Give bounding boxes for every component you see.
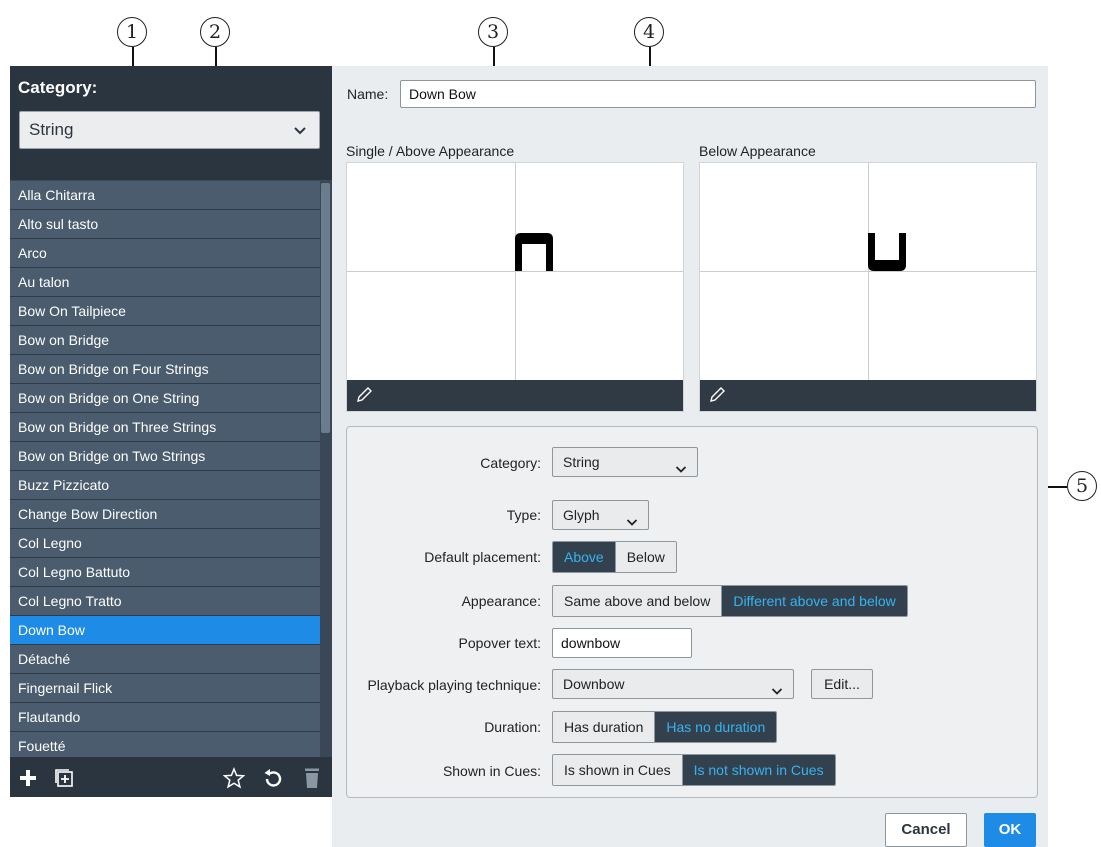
pencil-icon[interactable]	[355, 386, 373, 409]
duration-label: Duration:	[484, 719, 541, 735]
callout-1: 1	[117, 17, 147, 47]
placement-above-button[interactable]: Above	[553, 542, 615, 572]
list-item[interactable]: Flautando	[10, 703, 320, 732]
is-not-shown-in-cues-button[interactable]: Is not shown in Cues	[681, 755, 835, 785]
add-icon[interactable]	[16, 766, 40, 790]
duplicate-icon[interactable]	[52, 766, 76, 790]
edit-playback-button[interactable]: Edit...	[811, 669, 873, 699]
down-bow-glyph-above	[515, 233, 553, 276]
list-item[interactable]: Buzz Pizzicato	[10, 471, 320, 500]
category-label: Category:	[480, 455, 541, 471]
category-value: String	[563, 454, 600, 470]
list-item[interactable]: Alto sul tasto	[10, 210, 320, 239]
properties-section: Category: String Type: Glyph Default pla…	[346, 426, 1038, 798]
list-item[interactable]: Détaché	[10, 645, 320, 674]
star-icon[interactable]	[222, 766, 246, 790]
technique-list: Alla Chitarra Alto sul tasto Arco Au tal…	[10, 181, 320, 757]
list-item[interactable]: Fingernail Flick	[10, 674, 320, 703]
type-select[interactable]: Glyph	[552, 500, 649, 530]
list-item[interactable]: Alla Chitarra	[10, 181, 320, 210]
chevron-down-icon	[626, 509, 638, 537]
chevron-down-icon	[771, 678, 783, 706]
popover-text-input[interactable]: downbow	[552, 628, 692, 658]
list-item[interactable]: Bow on Bridge on One String	[10, 384, 320, 413]
list-toolbar	[10, 757, 332, 797]
list-item[interactable]: Col Legno	[10, 529, 320, 558]
category-filter-select[interactable]: String	[19, 111, 320, 149]
chevron-down-icon	[293, 122, 307, 142]
name-label: Name:	[347, 86, 389, 102]
revert-icon[interactable]	[261, 766, 285, 790]
category-select[interactable]: String	[552, 447, 698, 477]
playback-technique-label: Playback playing technique:	[367, 677, 541, 693]
popover-text-label: Popover text:	[458, 635, 542, 651]
list-item[interactable]: Change Bow Direction	[10, 500, 320, 529]
type-value: Glyph	[563, 507, 600, 523]
callout-2: 2	[200, 17, 230, 47]
callout-5: 5	[1067, 471, 1097, 501]
list-item[interactable]: Arco	[10, 239, 320, 268]
pencil-icon[interactable]	[708, 386, 726, 409]
category-filter-value: String	[29, 120, 74, 139]
has-duration-button[interactable]: Has duration	[553, 712, 655, 742]
chevron-down-icon	[675, 456, 687, 484]
technique-list-panel: Category: String Alla Chitarra Alto sul …	[10, 66, 332, 797]
list-item[interactable]: Au talon	[10, 268, 320, 297]
technique-editor-panel: Name: Down Bow Single / Above Appearance…	[332, 66, 1048, 847]
list-item[interactable]: Col Legno Tratto	[10, 587, 320, 616]
category-filter-header: Category: String	[10, 66, 332, 180]
name-input[interactable]: Down Bow	[400, 80, 1036, 108]
list-item[interactable]: Bow on Bridge on Four Strings	[10, 355, 320, 384]
list-item[interactable]: Bow on Bridge	[10, 326, 320, 355]
is-shown-in-cues-button[interactable]: Is shown in Cues	[553, 755, 682, 785]
duration-toggle: Has duration Has no duration	[552, 711, 778, 743]
list-item[interactable]: Bow On Tailpiece	[10, 297, 320, 326]
type-label: Type:	[506, 507, 541, 523]
appearance-label: Appearance:	[461, 593, 541, 609]
shown-in-cues-label: Shown in Cues:	[442, 763, 541, 779]
callout-3: 3	[478, 17, 508, 47]
below-appearance-label: Below Appearance	[699, 143, 816, 159]
delete-icon[interactable]	[300, 766, 324, 790]
appearance-toggle: Same above and below Different above and…	[552, 585, 908, 617]
list-item[interactable]: Bow on Bridge on Two Strings	[10, 442, 320, 471]
callout-4: 4	[634, 17, 664, 47]
list-item-selected[interactable]: Down Bow	[10, 616, 320, 645]
down-bow-glyph-below	[868, 233, 906, 276]
list-item[interactable]: Col Legno Battuto	[10, 558, 320, 587]
below-appearance-preview	[699, 162, 1037, 412]
list-item[interactable]: Fouetté	[10, 732, 320, 757]
appearance-same-button[interactable]: Same above and below	[553, 586, 722, 616]
ok-button[interactable]: OK	[984, 813, 1036, 847]
playing-techniques-editor: 1 2 3 4 5 Category: String Alla Chitarra…	[0, 0, 1101, 847]
appearance-different-button[interactable]: Different above and below	[721, 586, 907, 616]
default-placement-label: Default placement:	[424, 549, 541, 565]
single-above-appearance-label: Single / Above Appearance	[346, 143, 515, 159]
default-placement-toggle: Above Below	[552, 541, 677, 573]
appearance-edit-bar	[347, 380, 683, 411]
single-above-appearance-preview	[346, 162, 684, 412]
shown-in-cues-toggle: Is shown in Cues Is not shown in Cues	[552, 754, 836, 786]
playback-technique-select[interactable]: Downbow	[552, 669, 794, 699]
cancel-button[interactable]: Cancel	[885, 813, 967, 847]
playback-technique-value: Downbow	[563, 676, 625, 692]
placement-below-button[interactable]: Below	[614, 542, 676, 572]
list-scrollbar-thumb[interactable]	[321, 183, 330, 433]
category-filter-label: Category:	[18, 78, 98, 97]
has-no-duration-button[interactable]: Has no duration	[654, 712, 777, 742]
list-item[interactable]: Bow on Bridge on Three Strings	[10, 413, 320, 442]
appearance-edit-bar	[700, 380, 1036, 411]
list-scrollbar[interactable]	[320, 181, 332, 757]
